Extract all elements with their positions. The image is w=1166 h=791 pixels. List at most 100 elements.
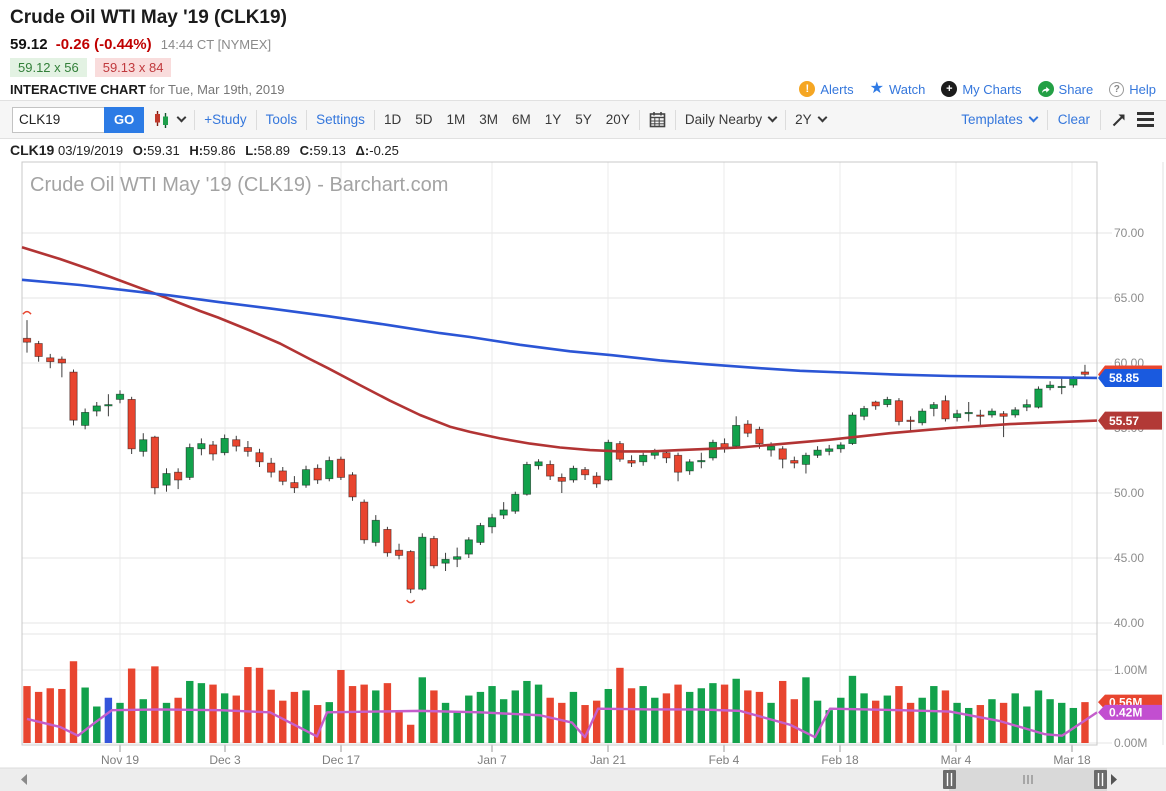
chart-type-dropdown[interactable]: [153, 110, 185, 129]
volume-bars: [23, 661, 1088, 743]
volume-ma-value-tag: 0.42M: [1098, 705, 1162, 720]
svg-text:Dec 3: Dec 3: [209, 753, 241, 767]
calendar-icon: [649, 111, 666, 128]
plot-border: [22, 162, 1097, 745]
bid-chip: 59.12 x 56: [10, 58, 87, 77]
scroll-handle-left[interactable]: [943, 770, 956, 789]
ohlc-open: 59.31: [147, 143, 180, 158]
page-title: Crude Oil WTI May '19 (CLK19): [10, 7, 287, 29]
ohlc-status-bar: CLK19 03/19/2019 O:59.31 H:59.86 L:58.89…: [10, 142, 399, 158]
period-5d[interactable]: 5D: [415, 112, 432, 127]
trendline-tool-button[interactable]: [1111, 112, 1127, 128]
period-20y[interactable]: 20Y: [606, 112, 630, 127]
symbol-input[interactable]: [12, 107, 104, 133]
menu-button[interactable]: [1137, 112, 1154, 127]
ohlc-date: 03/19/2019: [58, 143, 123, 158]
chart-date-label: for Tue, Mar 19th, 2019: [149, 82, 284, 97]
bid-ask-row: 59.12 x 56 59.13 x 84: [10, 58, 171, 77]
toolbar-divider: [1100, 110, 1101, 130]
period-6m[interactable]: 6M: [512, 112, 531, 127]
chevron-down-icon: [817, 113, 827, 123]
period-1y[interactable]: 1Y: [545, 112, 562, 127]
question-icon: ?: [1109, 82, 1124, 97]
ask-chip: 59.13 x 84: [95, 58, 172, 77]
add-study-button[interactable]: +Study: [204, 112, 246, 127]
help-link[interactable]: ? Help: [1109, 82, 1156, 97]
settings-button[interactable]: Settings: [316, 112, 365, 127]
chevron-down-icon: [768, 113, 778, 123]
hamburger-icon: [1137, 112, 1154, 115]
calendar-button[interactable]: [649, 111, 666, 128]
svg-text:50.00: 50.00: [1114, 486, 1144, 500]
toolbar-divider: [256, 110, 257, 130]
toolbar-divider: [306, 110, 307, 130]
svg-text:40.00: 40.00: [1114, 616, 1144, 630]
period-5y[interactable]: 5Y: [575, 112, 592, 127]
svg-text:55.57: 55.57: [1109, 414, 1139, 428]
svg-text:58.85: 58.85: [1109, 371, 1139, 385]
share-icon: [1038, 81, 1054, 97]
tools-button[interactable]: Tools: [266, 112, 298, 127]
x-axis-labels: Nov 19Dec 3Dec 17Jan 7Jan 21Feb 4Feb 18M…: [101, 753, 1091, 767]
toolbar-right-group: Templates Clear: [961, 110, 1154, 130]
templates-dropdown[interactable]: Templates: [961, 112, 1037, 127]
candlesticks: [23, 320, 1088, 593]
frequency-dropdown[interactable]: Daily Nearby: [685, 112, 776, 127]
period-1m[interactable]: 1M: [446, 112, 465, 127]
range-dropdown[interactable]: 2Y: [795, 112, 826, 127]
ohlc-low: 58.89: [257, 143, 290, 158]
svg-text:Jan 7: Jan 7: [477, 753, 507, 767]
svg-text:65.00: 65.00: [1114, 291, 1144, 305]
scroll-handle-right[interactable]: [1094, 770, 1107, 789]
candlestick-icon: [153, 110, 171, 129]
svg-text:Mar 4: Mar 4: [941, 753, 972, 767]
go-button[interactable]: GO: [104, 107, 144, 133]
toolbar-divider: [374, 110, 375, 130]
ohlc-high: 59.86: [203, 143, 236, 158]
alerts-link[interactable]: ! Alerts: [799, 81, 853, 97]
quote-summary: 59.12 -0.26 (-0.44%) 14:44 CT [NYMEX]: [10, 36, 271, 53]
svg-text:45.00: 45.00: [1114, 551, 1144, 565]
chart-scrollbar[interactable]: [0, 768, 1166, 791]
svg-text:0.42M: 0.42M: [1109, 706, 1142, 720]
ohlc-delta: -0.25: [369, 143, 399, 158]
last-price: 59.12: [10, 36, 48, 53]
share-link[interactable]: Share: [1038, 81, 1094, 97]
interactive-chart-caption: INTERACTIVE CHART for Tue, Mar 19th, 201…: [10, 82, 285, 97]
ohlc-symbol: CLK19: [10, 142, 54, 158]
alert-icon: !: [799, 81, 815, 97]
svg-text:0.00M: 0.00M: [1114, 736, 1147, 750]
quote-time: 14:44 CT [NYMEX]: [161, 37, 271, 52]
roll-markers: [23, 312, 415, 603]
diagonal-arrow-icon: [1111, 112, 1127, 128]
chart-toolbar: GO +Study Tools Settings 1D 5D 1M 3M 6M …: [0, 100, 1166, 139]
toolbar-divider: [785, 110, 786, 130]
period-3m[interactable]: 3M: [479, 112, 498, 127]
toolbar-divider: [1047, 110, 1048, 130]
my-charts-link[interactable]: + My Charts: [941, 81, 1021, 97]
svg-text:Nov 19: Nov 19: [101, 753, 139, 767]
star-icon: ★: [870, 81, 884, 97]
header-action-links: ! Alerts ★ Watch + My Charts Share ? Hel…: [799, 81, 1156, 97]
long-ma-price-tag: 58.85: [1098, 369, 1162, 387]
price-change: -0.26 (-0.44%): [56, 36, 152, 53]
chevron-down-icon: [177, 113, 187, 123]
svg-text:Mar 18: Mar 18: [1053, 753, 1091, 767]
svg-text:Dec 17: Dec 17: [322, 753, 360, 767]
toolbar-divider: [639, 110, 640, 130]
svg-text:Feb 4: Feb 4: [709, 753, 740, 767]
clear-button[interactable]: Clear: [1058, 112, 1090, 127]
period-buttons: 1D 5D 1M 3M 6M 1Y 5Y 20Y: [384, 112, 630, 127]
period-1d[interactable]: 1D: [384, 112, 401, 127]
ohlc-close: 59.13: [313, 143, 346, 158]
watch-link[interactable]: ★ Watch: [870, 81, 926, 97]
svg-text:Jan 21: Jan 21: [590, 753, 626, 767]
barchart-interactive-chart-page: Crude Oil WTI May '19 (CLK19) 59.12 -0.2…: [0, 0, 1166, 791]
interactive-chart-row: INTERACTIVE CHART for Tue, Mar 19th, 201…: [10, 80, 1156, 98]
chevron-down-icon: [1028, 113, 1038, 123]
interactive-chart-label: INTERACTIVE CHART: [10, 82, 146, 97]
chart-canvas[interactable]: Crude Oil WTI May '19 (CLK19) - Barchart…: [0, 160, 1166, 791]
toolbar-divider: [675, 110, 676, 130]
svg-text:70.00: 70.00: [1114, 226, 1144, 240]
chart-watermark: Crude Oil WTI May '19 (CLK19) - Barchart…: [30, 174, 448, 196]
